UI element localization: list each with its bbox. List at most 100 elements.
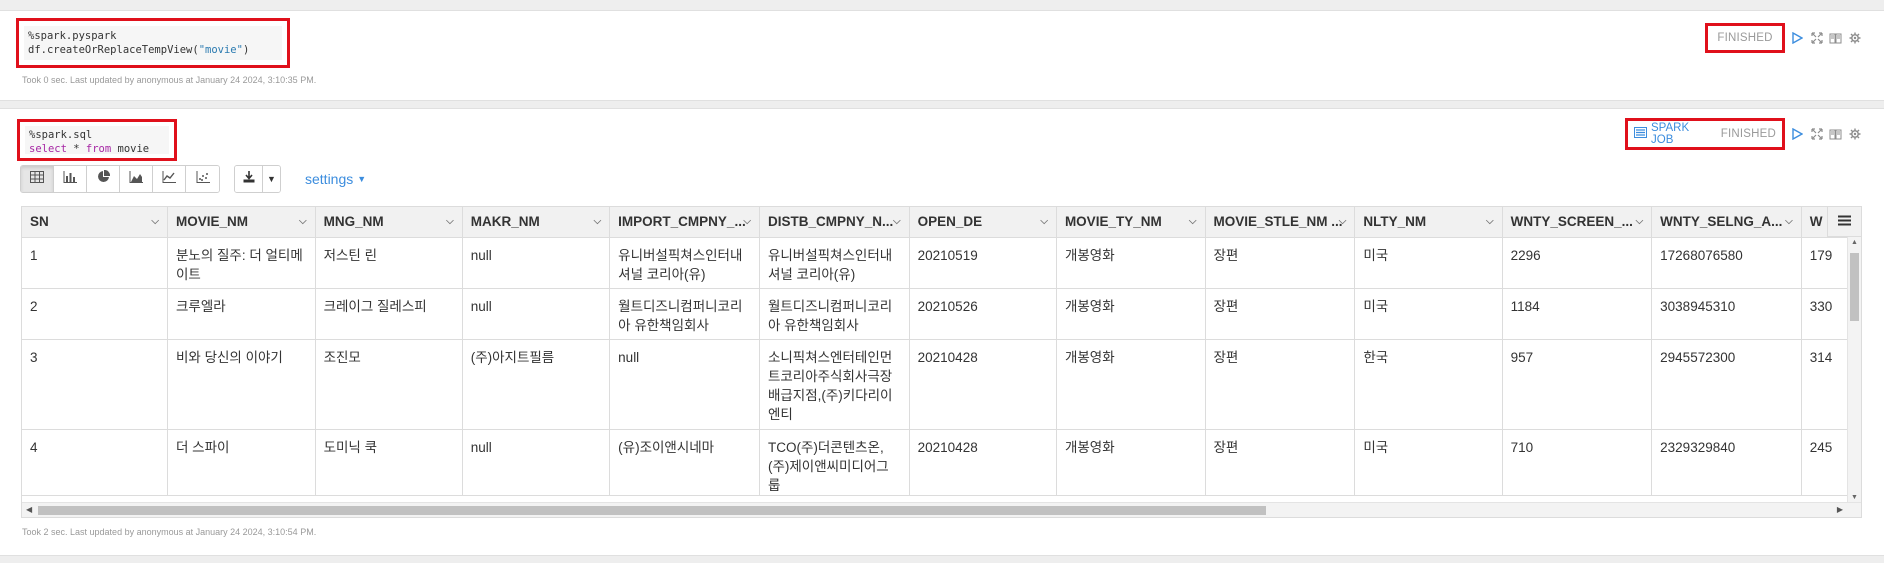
table-cell: 3038945310	[1651, 288, 1802, 340]
chevron-down-icon[interactable]: ⌵	[893, 216, 901, 227]
download-dropdown-button[interactable]: ▼	[263, 166, 280, 192]
table-cell: 장편	[1205, 429, 1356, 496]
area-chart-button[interactable]	[120, 166, 153, 192]
chevron-down-icon[interactable]: ⌵	[1189, 216, 1197, 227]
paragraph-pyspark: %spark.pyspark df.createOrReplaceTempView…	[0, 10, 1884, 101]
paragraph-footer: Took 0 sec. Last updated by anonymous at…	[22, 75, 317, 85]
column-header[interactable]: MNG_NM ⌵	[315, 207, 463, 238]
scroll-right-icon[interactable]: ▶	[1837, 505, 1843, 514]
chevron-down-icon[interactable]: ⌵	[1636, 216, 1644, 227]
scatter-chart-button[interactable]	[186, 166, 219, 192]
settings-toggle[interactable]: settings ▼	[305, 171, 366, 187]
table-cell: null	[609, 339, 760, 430]
table-cell: (주)아지트필름	[462, 339, 611, 430]
chevron-down-icon[interactable]: ⌵	[743, 216, 751, 227]
column-header[interactable]: NLTY_NM ⌵	[1354, 207, 1503, 238]
column-header[interactable]: WNTY_SELNG_A... ⌵	[1651, 207, 1802, 238]
column-header[interactable]: OPEN_DE ⌵	[909, 207, 1057, 238]
table-cell: null	[462, 288, 611, 340]
table-cell: 미국	[1354, 237, 1503, 289]
table-cell: 유니버설픽쳐스인터내셔널 코리아(유)	[759, 237, 910, 289]
caret-down-icon: ▼	[357, 174, 367, 184]
column-header[interactable]: MOVIE_TY_NM ⌵	[1056, 207, 1206, 238]
grid-menu-button[interactable]	[1827, 207, 1861, 237]
table-cell: 20210526	[909, 288, 1057, 340]
chevron-down-icon[interactable]: ⌵	[1486, 216, 1494, 227]
horizontal-scrollbar[interactable]: ◀ ▶	[22, 502, 1861, 517]
column-header[interactable]: MOVIE_NM ⌵	[167, 207, 316, 238]
caret-down-icon: ▼	[267, 174, 276, 184]
run-icon[interactable]	[1791, 128, 1804, 141]
chevron-down-icon[interactable]: ⌵	[299, 216, 307, 227]
expand-icon[interactable]	[1810, 32, 1823, 45]
vertical-scroll-thumb[interactable]	[1850, 253, 1859, 321]
area-chart-icon	[129, 170, 143, 188]
chevron-down-icon[interactable]: ⌵	[1040, 216, 1048, 227]
code-editor[interactable]: %spark.pyspark df.createOrReplaceTempView…	[24, 26, 282, 60]
chevron-down-icon[interactable]: ⌵	[446, 216, 454, 227]
table-cell: null	[462, 237, 611, 289]
line-chart-button[interactable]	[153, 166, 186, 192]
column-header[interactable]: WNTY_SCREEN_... ⌵	[1502, 207, 1653, 238]
scroll-up-icon[interactable]: ▲	[1851, 239, 1858, 246]
spark-job-link[interactable]: SPARK JOB	[1634, 122, 1713, 146]
book-icon[interactable]	[1829, 128, 1842, 141]
table-icon	[30, 170, 44, 188]
code-editor-highlight: %spark.pyspark df.createOrReplaceTempView…	[16, 18, 290, 68]
column-header[interactable]: DISTB_CMPNY_N... ⌵	[759, 207, 910, 238]
table-cell: 17268076580	[1651, 237, 1802, 289]
visualization-button-group	[20, 165, 220, 193]
table-cell: 20210519	[909, 237, 1057, 289]
table-cell: 소니픽쳐스엔터테인먼트코리아주식회사극장배급지점,(주)키다리이엔티	[759, 339, 910, 430]
expand-icon[interactable]	[1810, 128, 1823, 141]
download-button[interactable]	[235, 166, 263, 192]
column-header[interactable]: MAKR_NM ⌵	[462, 207, 611, 238]
chevron-down-icon[interactable]: ⌵	[594, 216, 602, 227]
table-cell: 20210428	[909, 429, 1057, 496]
pie-chart-button[interactable]	[87, 166, 120, 192]
table-cell: 4	[22, 429, 168, 496]
code-editor[interactable]: %spark.sql select * from movie	[25, 126, 169, 155]
table-cell: 크레이그 질레스피	[315, 288, 463, 340]
table-cell: 저스틴 린	[315, 237, 463, 289]
column-header[interactable]: MOVIE_STLE_NM ... ⌵	[1205, 207, 1356, 238]
chevron-down-icon[interactable]: ⌵	[1785, 216, 1793, 227]
table-cell: 개봉영화	[1056, 339, 1206, 430]
table-cell: 더 스파이	[167, 429, 316, 496]
scroll-left-icon[interactable]: ◀	[26, 505, 32, 514]
visualization-toolbar: ▼ settings ▼	[20, 165, 366, 193]
paragraph-sql: %spark.sql select * from movie SPARK JOB …	[0, 108, 1884, 556]
table-cell: (유)조이앤시네마	[609, 429, 760, 496]
table-cell: 개봉영화	[1056, 237, 1206, 289]
horizontal-scroll-thumb[interactable]	[38, 506, 1266, 515]
vertical-scrollbar[interactable]: ▲ ▼	[1847, 237, 1861, 503]
column-header[interactable]: SN ⌵	[22, 207, 168, 238]
table-cell: TCO(주)더콘텐츠온,(주)제이앤씨미디어그룹	[759, 429, 910, 496]
status-label: FINISHED	[1717, 32, 1773, 44]
table-cell: 미국	[1354, 288, 1503, 340]
paragraph-controls: SPARK JOB FINISHED	[1625, 118, 1861, 150]
table-cell: 장편	[1205, 288, 1356, 340]
table-cell: 2	[22, 288, 168, 340]
table-view-button[interactable]	[21, 166, 54, 192]
bar-chart-icon	[63, 170, 77, 188]
book-icon[interactable]	[1829, 32, 1842, 45]
bar-chart-button[interactable]	[54, 166, 87, 192]
chevron-down-icon[interactable]: ⌵	[151, 216, 159, 227]
download-button-group: ▼	[234, 165, 281, 193]
table-row: 4 더 스파이 도미닉 쿡 null (유)조이앤시네마 TCO(주)더콘텐츠온…	[22, 429, 1861, 496]
gear-icon[interactable]	[1848, 32, 1861, 45]
run-icon[interactable]	[1791, 32, 1804, 45]
column-header[interactable]: IMPORT_CMPNY_... ⌵	[609, 207, 760, 238]
table-row: 1 분노의 질주: 더 얼티메이트 저스틴 린 null 유니버설픽쳐스인터내셔…	[22, 237, 1861, 289]
table-cell: 20210428	[909, 339, 1057, 430]
gear-icon[interactable]	[1848, 128, 1861, 141]
download-icon	[243, 170, 255, 188]
chevron-down-icon[interactable]: ⌵	[1339, 216, 1347, 227]
spark-job-label: SPARK JOB	[1651, 122, 1690, 146]
scroll-down-icon[interactable]: ▼	[1851, 494, 1858, 501]
table-cell: null	[462, 429, 611, 496]
code-line-1: %spark.pyspark	[28, 30, 117, 42]
table-cell: 한국	[1354, 339, 1503, 430]
status-label: FINISHED	[1720, 128, 1776, 140]
